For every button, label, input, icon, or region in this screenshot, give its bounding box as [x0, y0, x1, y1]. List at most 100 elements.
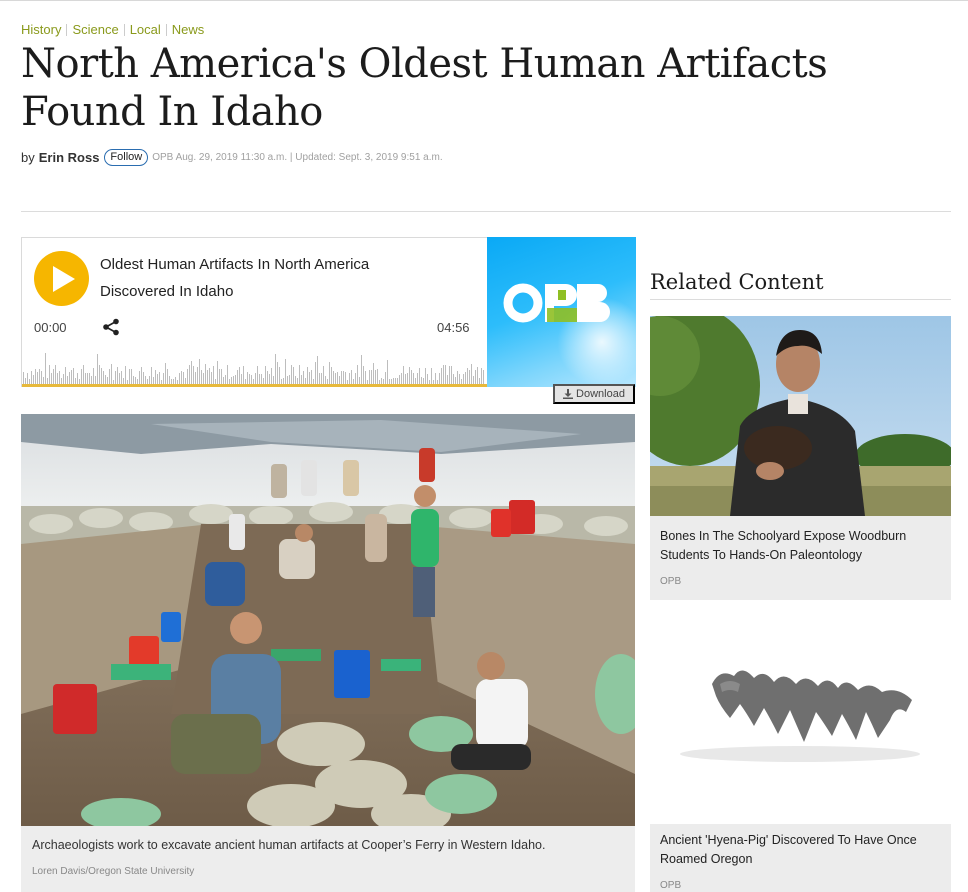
waveform-bar	[121, 371, 122, 384]
waveform-bar	[453, 374, 454, 384]
waveform-bar	[93, 368, 94, 384]
waveform-bar	[263, 378, 264, 384]
waveform-bar	[459, 374, 460, 384]
waveform-bar	[389, 379, 390, 384]
tag-local[interactable]: Local	[130, 22, 161, 37]
progress-track	[22, 384, 487, 387]
waveform-bar	[107, 377, 108, 384]
waveform-bar	[311, 370, 312, 384]
elapsed-time: 00:00	[34, 320, 67, 335]
waveform-bar	[135, 377, 136, 384]
waveform-bar	[341, 371, 342, 384]
tag-news[interactable]: News	[172, 22, 205, 37]
waveform-bar	[109, 369, 110, 384]
audio-waveform[interactable]	[22, 348, 487, 387]
waveform-bar	[239, 367, 240, 384]
waveform-bar	[225, 375, 226, 384]
waveform-bar	[247, 372, 248, 384]
waveform-bar	[445, 365, 446, 384]
waveform-bar	[113, 380, 114, 384]
waveform-bar	[189, 365, 190, 384]
waveform-bar	[209, 368, 210, 384]
waveform-bar	[69, 372, 70, 384]
waveform-bar	[195, 372, 196, 384]
waveform-bar	[105, 375, 106, 384]
waveform-bar	[467, 368, 468, 384]
follow-button[interactable]: Follow	[104, 149, 149, 166]
waveform-bar	[351, 370, 352, 384]
waveform-bar	[155, 370, 156, 384]
tag-separator	[66, 23, 68, 36]
waveform-bar	[291, 365, 292, 384]
main-photo[interactable]	[21, 414, 635, 826]
waveform-bar	[223, 377, 224, 384]
waveform-bar	[179, 373, 180, 384]
waveform-bar	[435, 373, 436, 384]
play-button[interactable]	[34, 251, 89, 306]
waveform-bar	[143, 372, 144, 384]
waveform-bar	[287, 376, 288, 384]
waveform-bar	[325, 376, 326, 384]
waveform-bar	[25, 378, 26, 384]
waveform-bar	[65, 367, 66, 384]
waveform-bar	[267, 371, 268, 384]
waveform-bar	[431, 368, 432, 384]
waveform-bar	[335, 373, 336, 384]
waveform-bar	[285, 359, 286, 384]
opb-logo	[503, 282, 621, 324]
waveform-bar	[477, 367, 478, 384]
waveform-bar	[403, 366, 404, 384]
waveform-bar	[241, 374, 242, 384]
waveform-bar	[417, 373, 418, 384]
waveform-bar	[279, 367, 280, 384]
waveform-bar	[133, 376, 134, 384]
related-card[interactable]: Ancient 'Hyena-Pig' Discovered To Have O…	[650, 628, 951, 892]
waveform-bar	[393, 378, 394, 384]
waveform-bar	[451, 366, 452, 384]
waveform-bar	[419, 368, 420, 384]
waveform-bar	[271, 368, 272, 384]
tag-science[interactable]: Science	[72, 22, 118, 37]
waveform-bar	[35, 369, 36, 384]
waveform-bar	[171, 379, 172, 384]
waveform-bar	[233, 376, 234, 384]
tag-history[interactable]: History	[21, 22, 61, 37]
waveform-bar	[387, 360, 388, 384]
waveform-bar	[429, 380, 430, 384]
share-icon[interactable]	[102, 318, 120, 336]
waveform-bar	[181, 371, 182, 384]
download-label: Download	[576, 388, 625, 400]
top-border	[0, 0, 968, 1]
waveform-bar	[183, 372, 184, 384]
waveform-bar	[297, 378, 298, 384]
waveform-bar	[167, 369, 168, 384]
waveform-bar	[253, 379, 254, 384]
waveform-bar	[227, 365, 228, 384]
download-button[interactable]: Download	[553, 384, 635, 404]
waveform-bar	[175, 377, 176, 384]
byline-prefix: by	[21, 150, 35, 165]
waveform-bar	[347, 380, 348, 384]
waveform-bar	[359, 377, 360, 384]
waveform-bar	[457, 371, 458, 384]
waveform-bar	[159, 372, 160, 384]
waveform-bar	[283, 378, 284, 384]
waveform-bar	[323, 366, 324, 384]
waveform-bar	[337, 372, 338, 384]
waveform-bar	[31, 371, 32, 384]
related-card[interactable]: Bones In The Schoolyard Expose Woodburn …	[650, 316, 951, 600]
waveform-bar	[251, 375, 252, 384]
waveform-bar	[151, 367, 152, 384]
waveform-bar	[469, 370, 470, 384]
waveform-bar	[289, 375, 290, 384]
waveform-bar	[277, 362, 278, 384]
waveform-bar	[371, 370, 372, 384]
waveform-bar	[77, 373, 78, 384]
waveform-bar	[379, 380, 380, 384]
waveform-bar	[221, 369, 222, 384]
waveform-bar	[345, 372, 346, 384]
author-link[interactable]: Erin Ross	[39, 150, 100, 165]
waveform-bar	[237, 370, 238, 384]
waveform-bar	[261, 374, 262, 384]
waveform-bar	[139, 371, 140, 384]
